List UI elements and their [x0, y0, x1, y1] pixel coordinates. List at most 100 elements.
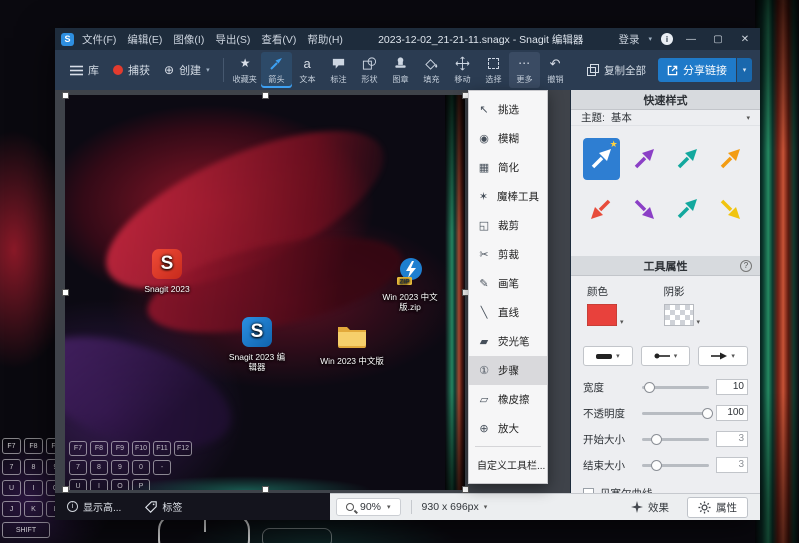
- copy-icon: [587, 64, 599, 76]
- more-icon: ⋯: [518, 56, 531, 70]
- tool-stamp[interactable]: 图章: [385, 52, 416, 88]
- quick-styles-header[interactable]: 快速样式: [571, 90, 760, 110]
- line-style-dropdown[interactable]: ▾: [583, 346, 633, 366]
- menu-item-line[interactable]: ╲ 直线: [469, 298, 547, 327]
- caret-down-icon[interactable]: ▾: [620, 318, 624, 326]
- menu-view[interactable]: 查看(V): [261, 32, 296, 47]
- opacity-slider[interactable]: [642, 407, 713, 419]
- share-dropdown-button[interactable]: ▾: [737, 58, 752, 82]
- properties-button[interactable]: 属性: [687, 496, 748, 518]
- help-icon[interactable]: ?: [740, 259, 752, 272]
- menu-image[interactable]: 图像(I): [173, 32, 204, 47]
- menu-edit[interactable]: 编辑(E): [127, 32, 162, 47]
- menu-item-eraser[interactable]: ▱ 橡皮擦: [469, 385, 547, 414]
- key-cap: O: [111, 479, 129, 490]
- menu-item-pen[interactable]: ✎ 画笔: [469, 269, 547, 298]
- toolbar-separator: [222, 58, 224, 82]
- resize-handle[interactable]: [262, 92, 269, 99]
- maximize-button[interactable]: ▢: [709, 34, 727, 45]
- menu-item-magnify[interactable]: ⊕ 放大: [469, 414, 547, 443]
- style-arrow-teal-2[interactable]: [669, 188, 706, 230]
- tool-more[interactable]: ⋯ 更多: [508, 52, 540, 88]
- share-link-button[interactable]: 分享链接: [658, 58, 736, 82]
- sign-in-button[interactable]: 登录: [618, 32, 639, 47]
- style-arrow-yellow[interactable]: [711, 188, 748, 230]
- opacity-value[interactable]: 100: [716, 405, 748, 421]
- start-size-value[interactable]: 3: [716, 431, 748, 447]
- theme-select[interactable]: 主题: 基本 ▾: [571, 110, 760, 126]
- minimize-button[interactable]: —: [682, 34, 700, 45]
- menu-item-step[interactable]: ① 步骤: [469, 356, 547, 385]
- end-size-slider[interactable]: [642, 459, 709, 471]
- style-arrow-purple-2[interactable]: [626, 188, 663, 230]
- tool-callout[interactable]: 标注: [323, 52, 354, 88]
- tool-undo[interactable]: ↶ 撤销: [540, 52, 571, 88]
- tool-selection[interactable]: 选择: [478, 52, 509, 88]
- slider-thumb[interactable]: [643, 381, 655, 393]
- shadow-swatch[interactable]: [663, 304, 694, 326]
- start-size-slider[interactable]: [642, 433, 709, 445]
- menu-file[interactable]: 文件(F): [82, 32, 116, 47]
- menu-item-highlighter[interactable]: ▰ 荧光笔: [469, 327, 547, 356]
- star-icon: ★: [239, 56, 251, 70]
- tool-shapes[interactable]: 形状: [354, 52, 385, 88]
- menu-item-magic-wand[interactable]: ✶ 魔棒工具: [469, 182, 547, 211]
- end-size-value[interactable]: 3: [716, 457, 748, 473]
- canvas-size-control[interactable]: 930 x 696px ▾: [422, 501, 488, 513]
- color-swatch[interactable]: [587, 304, 617, 326]
- tool-move[interactable]: 移动: [447, 52, 478, 88]
- key-cap: 9: [111, 460, 129, 475]
- caret-down-icon[interactable]: ▾: [697, 318, 701, 326]
- caret-down-icon[interactable]: ▾: [648, 35, 652, 43]
- tray-toggle[interactable]: i 显示高...: [67, 499, 121, 514]
- menu-export[interactable]: 导出(S): [215, 32, 250, 47]
- style-arrow-purple[interactable]: [626, 138, 663, 180]
- key-cap: F10: [132, 441, 150, 456]
- style-arrow-teal[interactable]: [669, 138, 706, 180]
- resize-handle[interactable]: [62, 289, 69, 296]
- menu-item-cut[interactable]: ✂ 剪裁: [469, 240, 547, 269]
- menu-help[interactable]: 帮助(H): [307, 32, 343, 47]
- tool-properties-header[interactable]: 工具属性 ?: [571, 256, 760, 276]
- effects-button[interactable]: 效果: [623, 498, 677, 517]
- style-arrow-red[interactable]: [583, 188, 620, 230]
- menu-item-pick[interactable]: ↖ 挑选: [469, 95, 547, 124]
- menu-item-crop[interactable]: ◱ 裁剪: [469, 211, 547, 240]
- resize-handle[interactable]: [62, 486, 69, 493]
- divider: [475, 446, 541, 447]
- eraser-icon: ▱: [479, 394, 489, 406]
- menu-item-customize-toolbar[interactable]: 自定义工具栏...: [469, 450, 547, 479]
- slider-thumb[interactable]: [651, 433, 663, 445]
- slider-thumb[interactable]: [651, 459, 663, 471]
- width-value[interactable]: 10: [716, 379, 748, 395]
- key-cap: F8: [24, 438, 43, 454]
- tool-text[interactable]: a 文本: [292, 52, 323, 88]
- create-button[interactable]: ⊕ 创建 ▾: [157, 56, 217, 84]
- end-size-row: 结束大小 3: [571, 452, 760, 478]
- library-button[interactable]: 库: [63, 56, 106, 84]
- capture-button[interactable]: 捕获: [106, 56, 157, 84]
- tool-fill[interactable]: 填充: [416, 52, 447, 88]
- line-start-dropdown[interactable]: ▾: [640, 346, 691, 366]
- line-end-dropdown[interactable]: ▾: [698, 346, 749, 366]
- tool-arrow[interactable]: 箭头: [260, 52, 292, 88]
- menu-item-simplify[interactable]: ▦ 简化: [469, 153, 547, 182]
- blur-icon: ◉: [479, 133, 489, 145]
- tags-button[interactable]: 标签: [145, 499, 182, 514]
- style-arrow-blue-selected[interactable]: ★: [583, 138, 620, 180]
- slider-thumb[interactable]: [701, 407, 713, 419]
- style-arrow-orange[interactable]: [711, 138, 748, 180]
- info-icon[interactable]: i: [661, 33, 673, 45]
- resize-handle[interactable]: [62, 92, 69, 99]
- resize-handle[interactable]: [262, 486, 269, 493]
- caret-down-icon: ▾: [206, 67, 210, 74]
- copy-all-button[interactable]: 复制全部: [579, 63, 654, 78]
- selection-icon: [487, 56, 499, 71]
- menu-item-blur[interactable]: ◉ 模糊: [469, 124, 547, 153]
- close-button[interactable]: ✕: [736, 34, 754, 45]
- captured-image[interactable]: F7 F8 F9 F10 F11 F12 7 8 9 0 - U I O P S…: [65, 95, 465, 490]
- tool-favorites[interactable]: ★ 收藏夹: [230, 52, 261, 88]
- zoom-control[interactable]: 90% ▾: [336, 498, 401, 516]
- width-slider[interactable]: [642, 381, 709, 393]
- resize-handle[interactable]: [462, 486, 469, 493]
